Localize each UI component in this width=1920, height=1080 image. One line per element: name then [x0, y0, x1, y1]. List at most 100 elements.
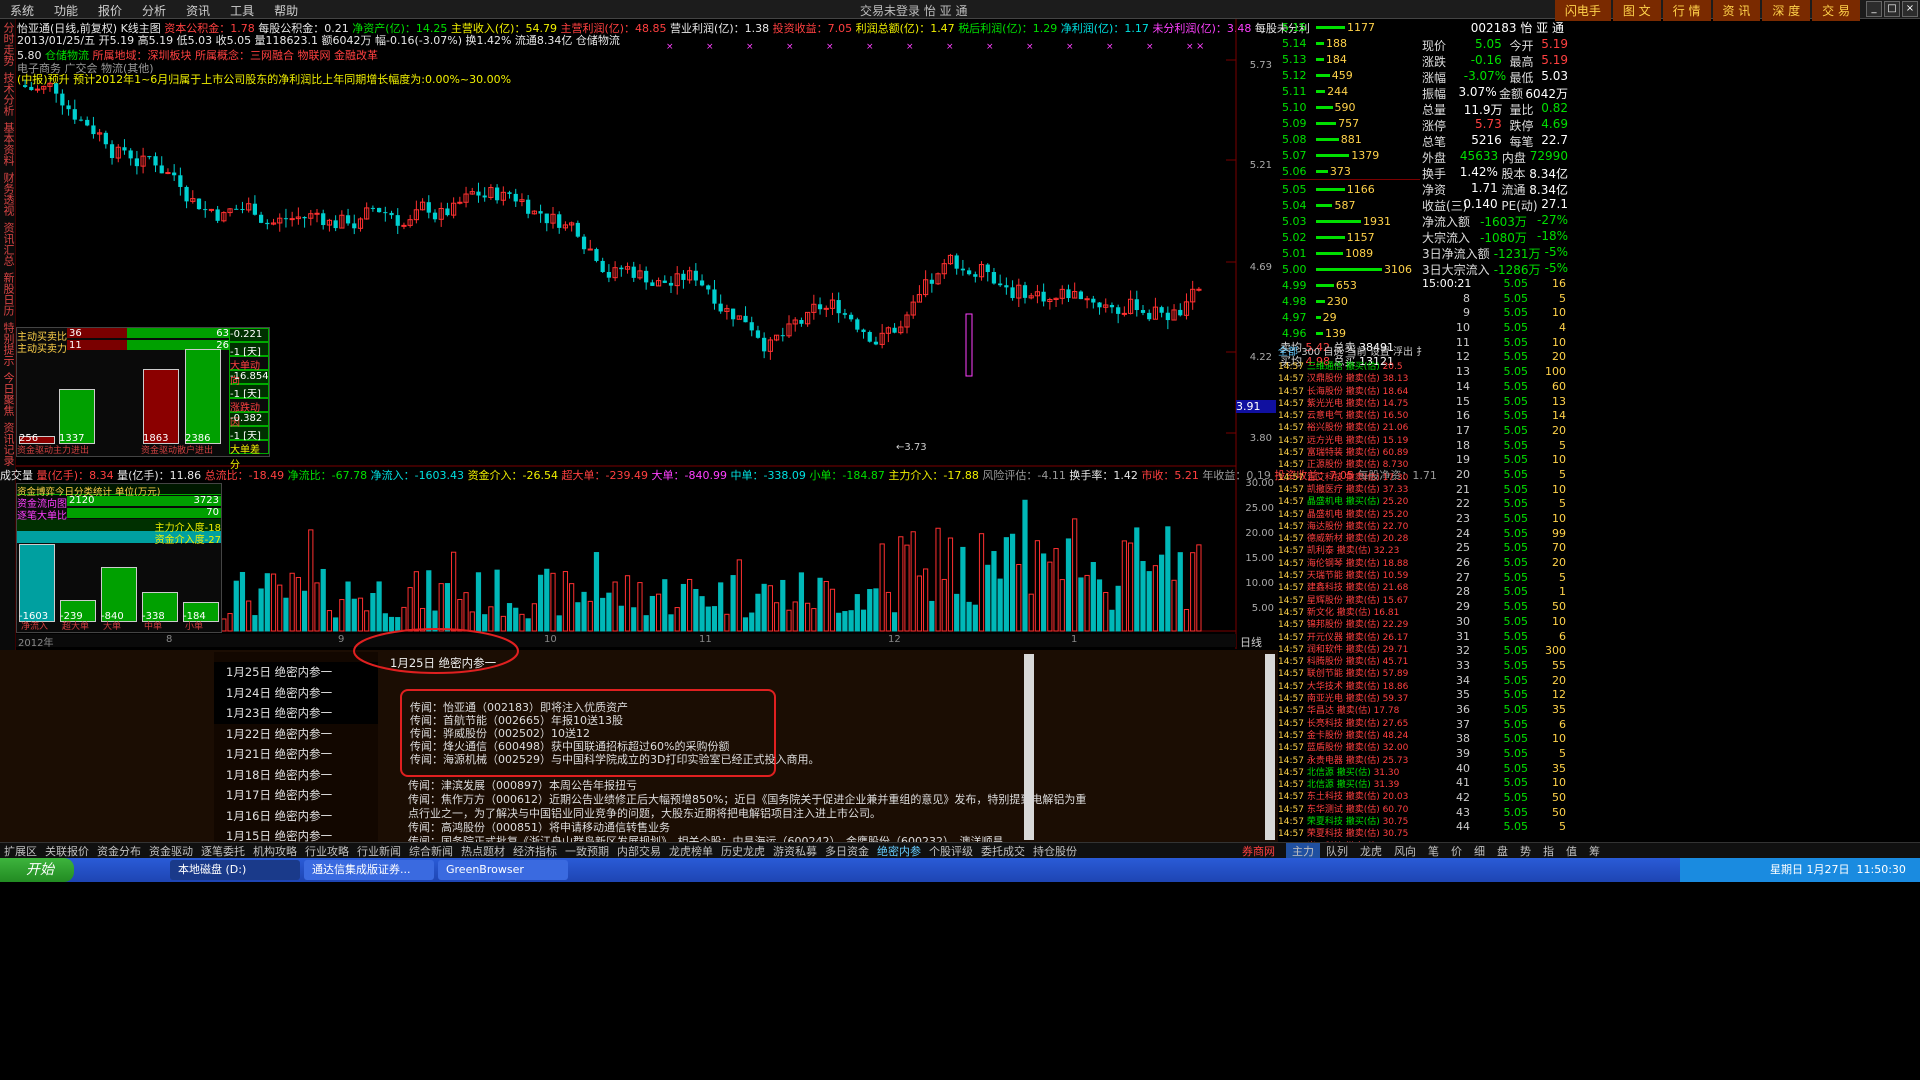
- leftnav-item-6[interactable]: 特别提示: [0, 319, 16, 369]
- vol-stat-12: 风险评估：-4.11: [982, 469, 1070, 482]
- toolbar-tab-1[interactable]: 图 文: [1612, 0, 1661, 21]
- leftnav-item-8[interactable]: 资讯记录: [0, 419, 16, 469]
- taskbar-item-2[interactable]: GreenBrowser: [438, 860, 568, 880]
- list-tab-5[interactable]: 浮出: [1393, 347, 1416, 358]
- rumor-more-2: 点行业之一，为了解决与中国铝业同业竞争的问题，大股东近期将把电解铝项目注入进上市…: [408, 807, 881, 820]
- news-scrollbar[interactable]: [1024, 654, 1034, 840]
- menu-item-3[interactable]: 分析: [132, 0, 176, 21]
- leftnav-item-0[interactable]: 分时走势: [0, 19, 16, 69]
- list-tab-1[interactable]: 300: [1301, 347, 1323, 358]
- list-tab-0[interactable]: 全部: [1278, 347, 1301, 358]
- volume-bar: [780, 579, 786, 632]
- news-date-item-3[interactable]: 1月22日 绝密内参一: [214, 724, 378, 745]
- right-tab-0[interactable]: 主力: [1286, 843, 1320, 859]
- bottom-tab-17[interactable]: 绝密内参: [873, 843, 925, 859]
- bottom-tab-15[interactable]: 游资私募: [769, 843, 821, 859]
- quote-panel: 002183 怡 亚 通 现价 5.05 今开 5.19 涨跌 -0.16 最高 5.19 涨幅…: [1422, 19, 1568, 835]
- bottom-tab-8[interactable]: 综合新闻: [405, 843, 457, 859]
- list-tab-4[interactable]: 设置: [1370, 347, 1393, 358]
- news-date-item-5[interactable]: 1月18日 绝密内参一: [214, 765, 378, 786]
- right-tab-5[interactable]: 价: [1445, 843, 1468, 859]
- bottom-tab-12[interactable]: 内部交易: [613, 843, 665, 859]
- right-tab-8[interactable]: 势: [1514, 843, 1537, 859]
- toolbar-tab-4[interactable]: 深 度: [1762, 0, 1811, 21]
- toolbar-tab-0[interactable]: 闪电手: [1554, 0, 1611, 21]
- start-button[interactable]: 开始: [0, 858, 74, 882]
- volume-bar: [562, 571, 569, 632]
- sell-level-7: 5.08 881: [1280, 131, 1420, 147]
- volume-bar: [438, 583, 444, 632]
- toolbar-tab-5[interactable]: 交 易: [1812, 0, 1860, 21]
- news-date-item-1[interactable]: 1月24日 绝密内参一: [214, 682, 378, 703]
- menu-item-6[interactable]: 帮助: [264, 0, 308, 21]
- event-marker-8: ×: [986, 42, 994, 52]
- period-selector[interactable]: 日线: [1240, 634, 1278, 649]
- volume-bar: [978, 533, 985, 632]
- volume-bar: [606, 592, 612, 632]
- right-tab-7[interactable]: 盘: [1491, 843, 1514, 859]
- bottom-tab-16[interactable]: 多日资金: [821, 843, 873, 859]
- bottom-tab-19[interactable]: 委托成交: [977, 843, 1029, 859]
- right-tab-10[interactable]: 值: [1560, 843, 1583, 859]
- close-button[interactable]: ×: [1902, 1, 1918, 17]
- leftnav-item-1[interactable]: 技术分析: [0, 69, 16, 119]
- bottom-tab-14[interactable]: 历史龙虎: [717, 843, 769, 859]
- right-tab-9[interactable]: 指: [1537, 843, 1560, 859]
- news-date-item-7[interactable]: 1月16日 绝密内参一: [214, 806, 378, 827]
- leftnav-item-3[interactable]: 财务透视: [0, 169, 16, 219]
- right-tab-3[interactable]: 风向: [1388, 843, 1422, 859]
- bottom-tab-11[interactable]: 一致预期: [561, 843, 613, 859]
- trade-row-30: 14:57 金卡股份 撤卖(估) 48.24: [1278, 728, 1422, 740]
- right-tab-2[interactable]: 龙虎: [1354, 843, 1388, 859]
- bottom-tab-5[interactable]: 机构攻略: [249, 843, 301, 859]
- toolbar-tab-2[interactable]: 行 情: [1662, 0, 1711, 21]
- news-date-item-6[interactable]: 1月17日 绝密内参一: [214, 785, 378, 806]
- trade-row-38: 14:57 荣夏科技 撤卖(估) 30.75: [1278, 826, 1422, 838]
- bottom-tab-7[interactable]: 行业新闻: [353, 843, 405, 859]
- bottom-tab-2[interactable]: 资金分布: [93, 843, 145, 859]
- minimize-button[interactable]: _: [1866, 1, 1882, 17]
- menu-item-2[interactable]: 报价: [88, 0, 132, 21]
- leftnav-item-7[interactable]: 今日聚焦: [0, 369, 16, 419]
- sell-depth-bar: [1316, 121, 1337, 125]
- news-date-item-4[interactable]: 1月21日 绝密内参一: [214, 744, 378, 765]
- bottom-tab-1[interactable]: 关联报价: [41, 843, 93, 859]
- right-tab-4[interactable]: 笔: [1422, 843, 1445, 859]
- taskbar-item-1[interactable]: 通达信集成版证券...: [304, 860, 434, 880]
- maximize-button[interactable]: □: [1884, 1, 1900, 17]
- list-scrollbar[interactable]: [1265, 654, 1275, 840]
- bs-value-b: 63: [216, 328, 229, 339]
- leftnav-item-5[interactable]: 新股日历: [0, 269, 16, 319]
- right-tab-11[interactable]: 筹: [1583, 843, 1606, 859]
- menu-item-0[interactable]: 系统: [0, 0, 44, 21]
- toolbar-tab-3[interactable]: 资 讯: [1712, 0, 1761, 21]
- bottom-tab-9[interactable]: 热点题材: [457, 843, 509, 859]
- list-tab-2[interactable]: 自选: [1323, 347, 1346, 358]
- right-tab-1[interactable]: 队列: [1320, 843, 1354, 859]
- bs-side: -0.221-1 [天]大单动向-16.854-1 [天]涨跌动因-0.382-…: [229, 328, 269, 471]
- bottom-tab-20[interactable]: 持仓股份: [1029, 843, 1081, 859]
- bottom-tab-4[interactable]: 逐笔委托: [197, 843, 249, 859]
- buy-price: 5.00: [1282, 262, 1307, 276]
- leftnav-item-4[interactable]: 资讯汇总: [0, 219, 16, 269]
- news-button[interactable]: 券商网: [1238, 843, 1279, 859]
- trade-price: 30.75: [1382, 816, 1409, 827]
- menu-item-4[interactable]: 资讯: [176, 0, 220, 21]
- news-date-item-2[interactable]: 1月23日 绝密内参一: [214, 703, 378, 724]
- bottom-tab-18[interactable]: 个股评级: [925, 843, 977, 859]
- leftnav-item-2[interactable]: 基本资料: [0, 119, 16, 169]
- bottom-tab-3[interactable]: 资金驱动: [145, 843, 197, 859]
- trade-row-31: 14:57 蓝盾股份 撤卖(估) 32.00: [1278, 740, 1422, 752]
- bottom-tab-13[interactable]: 龙虎榜单: [665, 843, 717, 859]
- bottom-tab-10[interactable]: 经济指标: [509, 843, 561, 859]
- list-tab-3[interactable]: 当前: [1347, 347, 1370, 358]
- bottom-tab-6[interactable]: 行业攻略: [301, 843, 353, 859]
- candle-down: [849, 314, 854, 320]
- trade-name: 东华测试: [1306, 804, 1346, 814]
- taskbar-item-0[interactable]: 本地磁盘 (D:): [170, 860, 300, 880]
- bottom-tab-0[interactable]: 扩展区: [0, 843, 41, 859]
- menu-item-5[interactable]: 工具: [220, 0, 264, 21]
- right-tab-6[interactable]: 细: [1468, 843, 1491, 859]
- menu-item-1[interactable]: 功能: [44, 0, 88, 21]
- start-label: 开始: [26, 862, 54, 878]
